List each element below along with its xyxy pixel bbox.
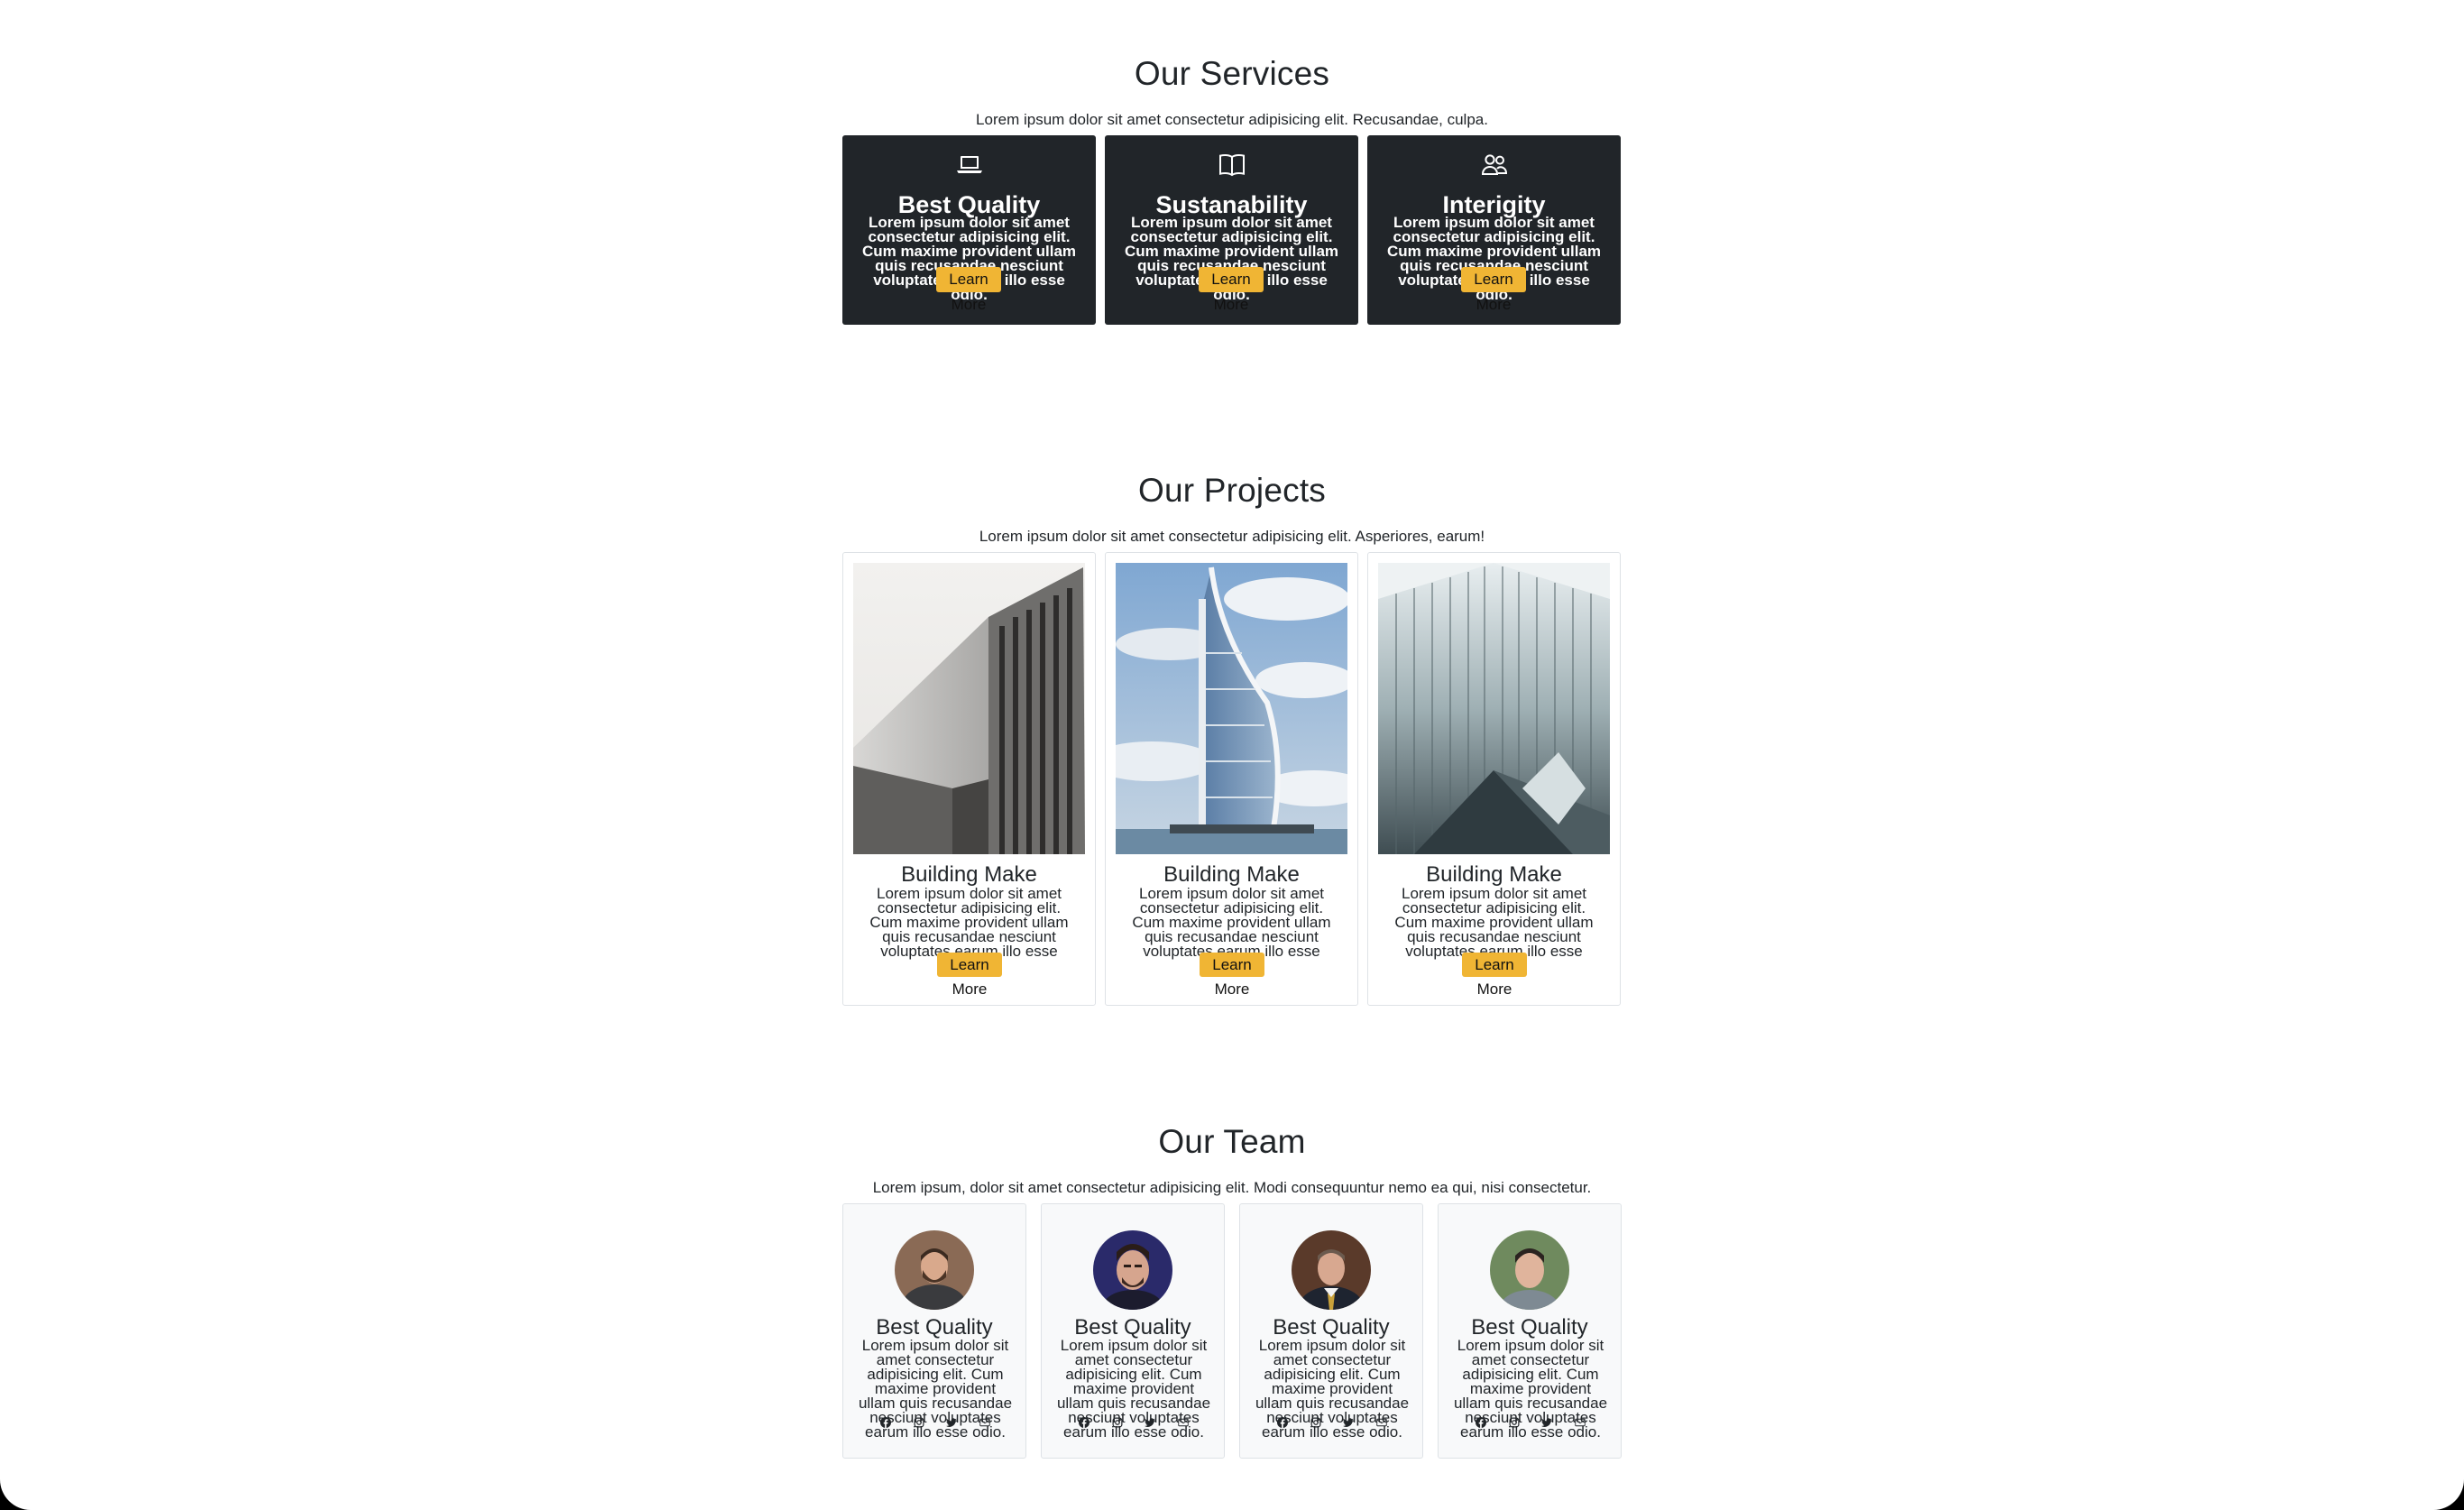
projects-cards: Building Make Lorem ipsum dolor sit amet…: [842, 552, 1622, 1006]
email-icon[interactable]: [1375, 1416, 1388, 1429]
service-card: Best Quality Lorem ipsum dolor sit amet …: [842, 135, 1096, 325]
services-title: Our Services: [1134, 55, 1330, 92]
book-icon: [1105, 151, 1358, 180]
project-image-skyscraper: [1378, 563, 1610, 854]
facebook-icon[interactable]: [1475, 1416, 1487, 1429]
project-image-building: [853, 563, 1085, 854]
team-cards: Best Quality Lorem ipsum dolor sit amet …: [842, 1203, 1622, 1459]
twitter-icon[interactable]: [1342, 1416, 1355, 1429]
project-title: Building Make: [901, 862, 1037, 887]
team-subtitle: Lorem ipsum, dolor sit amet consectetur …: [872, 1179, 1592, 1196]
email-icon[interactable]: [979, 1416, 991, 1429]
instagram-icon[interactable]: [1111, 1416, 1124, 1429]
projects-header: Our Projects Lorem ipsum dolor sit amet …: [0, 472, 2464, 546]
service-card: Sustanability Lorem ipsum dolor sit amet…: [1105, 135, 1358, 325]
page: Our Services Lorem ipsum dolor sit amet …: [0, 0, 2464, 1510]
team-member-card: Best Quality Lorem ipsum dolor sit amet …: [1239, 1203, 1423, 1459]
team-title: Our Team: [1158, 1123, 1306, 1160]
people-icon: [1367, 151, 1621, 180]
team-member-card: Best Quality Lorem ipsum dolor sit amet …: [1041, 1203, 1225, 1459]
social-links: [1078, 1416, 1190, 1429]
avatar: [1490, 1230, 1569, 1310]
instagram-icon[interactable]: [1310, 1416, 1322, 1429]
team-header: Our Team Lorem ipsum, dolor sit amet con…: [0, 1123, 2464, 1197]
project-card: Building Make Lorem ipsum dolor sit amet…: [1105, 552, 1358, 1006]
project-image-tower: [1116, 563, 1347, 854]
projects-subtitle: Lorem ipsum dolor sit amet consectetur a…: [979, 528, 1485, 545]
learn-more-button[interactable]: Learn More: [1461, 267, 1526, 313]
services-header: Our Services Lorem ipsum dolor sit amet …: [0, 55, 2464, 129]
learn-more-button[interactable]: Learn More: [1462, 953, 1527, 998]
facebook-icon[interactable]: [1276, 1416, 1289, 1429]
facebook-icon[interactable]: [879, 1416, 892, 1429]
services-subtitle: Lorem ipsum dolor sit amet consectetur a…: [976, 111, 1488, 128]
learn-more-button[interactable]: Learn More: [1199, 267, 1264, 313]
facebook-icon[interactable]: [1078, 1416, 1090, 1429]
team-member-card: Best Quality Lorem ipsum dolor sit amet …: [842, 1203, 1026, 1459]
project-card: Building Make Lorem ipsum dolor sit amet…: [1367, 552, 1621, 1006]
twitter-icon[interactable]: [1144, 1416, 1156, 1429]
avatar: [1093, 1230, 1172, 1310]
instagram-icon[interactable]: [1508, 1416, 1521, 1429]
avatar: [1292, 1230, 1371, 1310]
learn-more-button[interactable]: Learn More: [937, 953, 1002, 998]
laptop-icon: [842, 151, 1096, 180]
services-cards: Best Quality Lorem ipsum dolor sit amet …: [842, 135, 1622, 325]
instagram-icon[interactable]: [913, 1416, 925, 1429]
team-member-card: Best Quality Lorem ipsum dolor sit amet …: [1438, 1203, 1622, 1459]
social-links: [1276, 1416, 1388, 1429]
projects-title: Our Projects: [1137, 472, 1326, 509]
learn-more-button[interactable]: Learn More: [936, 267, 1001, 313]
service-card: Interigity Lorem ipsum dolor sit amet co…: [1367, 135, 1621, 325]
twitter-icon[interactable]: [945, 1416, 958, 1429]
project-title: Building Make: [1163, 862, 1300, 887]
learn-more-button[interactable]: Learn More: [1200, 953, 1264, 998]
avatar: [895, 1230, 974, 1310]
social-links: [1475, 1416, 1586, 1429]
project-title: Building Make: [1426, 862, 1562, 887]
twitter-icon[interactable]: [1540, 1416, 1553, 1429]
email-icon[interactable]: [1177, 1416, 1190, 1429]
email-icon[interactable]: [1574, 1416, 1586, 1429]
social-links: [879, 1416, 991, 1429]
project-card: Building Make Lorem ipsum dolor sit amet…: [842, 552, 1096, 1006]
